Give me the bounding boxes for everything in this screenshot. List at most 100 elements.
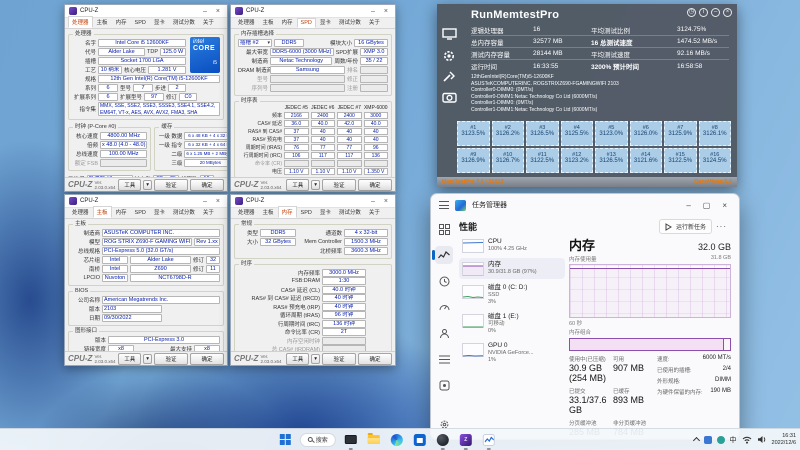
tab-memory[interactable]: 内存 bbox=[112, 16, 131, 28]
app-history-icon[interactable] bbox=[435, 272, 453, 290]
edge-browser-icon[interactable] bbox=[389, 432, 405, 448]
tab-bench[interactable]: 测试分数 bbox=[169, 16, 199, 28]
network-icon[interactable] bbox=[742, 431, 752, 449]
taskbar-app-dark-circle[interactable] bbox=[435, 432, 451, 448]
monitor-icon[interactable] bbox=[442, 28, 457, 40]
taskmgr-app-icon bbox=[455, 200, 466, 211]
bios-brand: American Megatrends Inc. bbox=[102, 296, 220, 304]
tab-cpu[interactable]: 处理器 bbox=[68, 16, 93, 28]
tab-mainboard[interactable]: 主板 bbox=[93, 16, 112, 28]
tab-about[interactable]: 关于 bbox=[199, 206, 218, 218]
tray-app-icon-teal[interactable] bbox=[717, 436, 725, 444]
volume-icon[interactable] bbox=[757, 431, 767, 449]
tab-memory[interactable]: 内存 bbox=[278, 206, 297, 218]
tools-button[interactable]: 工具 bbox=[118, 179, 141, 191]
close-button[interactable]: × bbox=[213, 196, 223, 207]
l3-cache: 20 MBytes bbox=[184, 159, 228, 167]
ok-button[interactable]: 确定 bbox=[358, 353, 392, 365]
l1-data: 6 x 48 KB + 4 x 32 KB bbox=[184, 132, 228, 140]
validate-button[interactable]: 验证 bbox=[322, 179, 356, 191]
startup-icon[interactable] bbox=[435, 298, 453, 316]
tab-mainboard[interactable]: 主板 bbox=[259, 206, 278, 218]
close-button[interactable]: × bbox=[381, 6, 391, 17]
users-icon[interactable] bbox=[435, 324, 453, 342]
close-button[interactable]: × bbox=[213, 6, 223, 17]
close-button[interactable]: × bbox=[722, 201, 727, 210]
minimize-button[interactable]: – bbox=[200, 196, 210, 207]
tab-mainboard[interactable]: 主板 bbox=[259, 16, 278, 28]
ok-button[interactable]: 确定 bbox=[358, 179, 392, 191]
minimize-button[interactable]: – bbox=[200, 6, 210, 17]
maximize-button[interactable]: ▢ bbox=[703, 201, 711, 210]
perf-item-cpu[interactable]: CPU100% 4.25 GHz bbox=[459, 235, 565, 256]
run-new-task-button[interactable]: 运行新任务 bbox=[659, 219, 712, 234]
taskbar-clock[interactable]: 16:31 2022/12/6 bbox=[772, 433, 796, 447]
ime-indicator[interactable]: 中 bbox=[730, 435, 737, 445]
performance-icon[interactable] bbox=[435, 246, 453, 264]
timer-button[interactable]: ◷ bbox=[687, 8, 696, 17]
hamburger-icon[interactable] bbox=[439, 201, 449, 209]
tab-spd[interactable]: SPD bbox=[131, 18, 150, 28]
services-icon[interactable] bbox=[435, 376, 453, 394]
tab-graphics[interactable]: 显卡 bbox=[150, 16, 169, 28]
tab-about[interactable]: 关于 bbox=[365, 206, 384, 218]
tools-button[interactable]: 工具 bbox=[286, 179, 309, 191]
perf-item-disk1[interactable]: 磁盘 1 (E:)可移动0% bbox=[459, 310, 565, 337]
processes-icon[interactable] bbox=[435, 220, 453, 238]
search-box[interactable]: 搜索 bbox=[300, 433, 336, 447]
tools-icon[interactable] bbox=[442, 70, 457, 82]
more-options-button[interactable]: ··· bbox=[712, 222, 731, 231]
start-button[interactable] bbox=[277, 432, 293, 448]
details-icon[interactable] bbox=[435, 350, 453, 368]
minimize-button[interactable]: – bbox=[686, 201, 690, 210]
tools-dropdown[interactable]: ▾ bbox=[143, 354, 152, 364]
minimize-button[interactable]: – bbox=[368, 6, 378, 17]
tab-cpu[interactable]: 处理器 bbox=[68, 206, 93, 218]
tools-button[interactable]: 工具 bbox=[118, 353, 141, 365]
minimize-button[interactable]: – bbox=[711, 8, 720, 17]
tab-graphics[interactable]: 显卡 bbox=[316, 206, 335, 218]
tray-app-icon-blue[interactable] bbox=[704, 436, 712, 444]
tab-bench[interactable]: 测试分数 bbox=[335, 16, 365, 28]
ok-button[interactable]: 确定 bbox=[190, 353, 224, 365]
camera-icon[interactable] bbox=[442, 91, 457, 103]
tab-about[interactable]: 关于 bbox=[365, 16, 384, 28]
tab-about[interactable]: 关于 bbox=[199, 16, 218, 28]
tools-dropdown[interactable]: ▾ bbox=[143, 180, 152, 190]
tray-expand-chevron[interactable] bbox=[692, 437, 699, 444]
tools-button[interactable]: 工具 bbox=[286, 353, 309, 365]
info-button[interactable]: i bbox=[699, 8, 708, 17]
tab-graphics[interactable]: 显卡 bbox=[316, 16, 335, 28]
microsoft-store-icon[interactable] bbox=[412, 432, 428, 448]
tools-dropdown[interactable]: ▾ bbox=[311, 354, 320, 364]
tab-mainboard[interactable]: 主板 bbox=[93, 206, 112, 218]
perf-item-memory[interactable]: 内存30.9/31.8 GB (97%) bbox=[459, 258, 565, 279]
minimize-button[interactable]: – bbox=[368, 196, 378, 207]
ok-button[interactable]: 确定 bbox=[190, 179, 224, 191]
taskbar-app-dark-window[interactable] bbox=[343, 432, 359, 448]
tab-memory[interactable]: 内存 bbox=[112, 206, 131, 218]
tab-graphics[interactable]: 显卡 bbox=[150, 206, 169, 218]
tab-spd[interactable]: SPD bbox=[297, 18, 316, 28]
cpu-codename: Alder Lake bbox=[98, 48, 145, 56]
close-button[interactable]: × bbox=[723, 8, 732, 17]
slot-select[interactable]: 插槽 #2 bbox=[238, 39, 272, 47]
tab-spd[interactable]: SPD bbox=[297, 208, 316, 218]
close-button[interactable]: × bbox=[381, 196, 391, 207]
task-manager-taskbar-icon[interactable] bbox=[481, 432, 497, 448]
tab-spd[interactable]: SPD bbox=[131, 208, 150, 218]
tab-memory[interactable]: 内存 bbox=[278, 16, 297, 28]
perf-item-disk0[interactable]: 磁盘 0 (C: D:)SSD3% bbox=[459, 281, 565, 308]
tab-cpu[interactable]: 处理器 bbox=[234, 206, 259, 218]
file-explorer-icon[interactable] bbox=[366, 432, 382, 448]
gear-icon[interactable] bbox=[442, 49, 457, 61]
cpuz-taskbar-icon[interactable]: Z bbox=[458, 432, 474, 448]
validate-button[interactable]: 验证 bbox=[154, 353, 188, 365]
perf-item-gpu[interactable]: GPU 0NVIDIA GeForce...1% bbox=[459, 339, 565, 366]
tools-dropdown[interactable]: ▾ bbox=[311, 180, 320, 190]
tab-bench[interactable]: 测试分数 bbox=[335, 206, 365, 218]
validate-button[interactable]: 验证 bbox=[154, 179, 188, 191]
validate-button[interactable]: 验证 bbox=[322, 353, 356, 365]
tab-cpu[interactable]: 处理器 bbox=[234, 16, 259, 28]
tab-bench[interactable]: 测试分数 bbox=[169, 206, 199, 218]
